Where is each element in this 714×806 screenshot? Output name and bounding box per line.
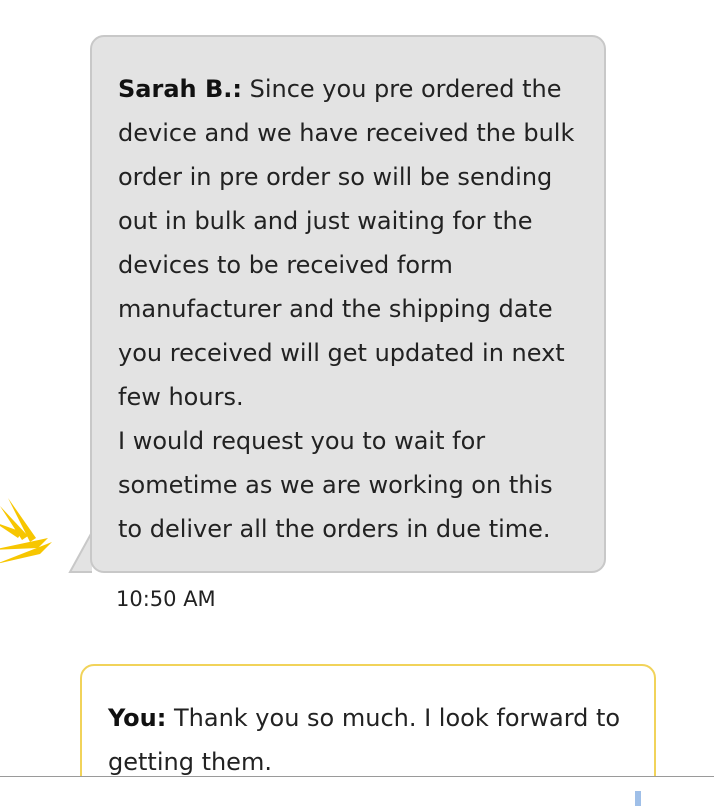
message-text: Since you pre ordered the: [241, 75, 562, 103]
message-line: sometime as we are working on this: [118, 471, 553, 499]
message-line: few hours.: [118, 383, 244, 411]
agent-sender-name: Sarah B.:: [118, 75, 242, 103]
message-line: out in bulk and just waiting for the: [118, 207, 533, 235]
message-line: order in pre order so will be sending: [118, 163, 553, 191]
chat-transcript: Sarah B.: Since you pre ordered the devi…: [0, 0, 714, 806]
message-text: Thank you so much. I look forward to: [166, 704, 621, 732]
message-line: you received will get updated in next: [118, 339, 565, 367]
message-composer[interactable]: [0, 776, 714, 806]
message-line-1: You: Thank you so much. I look forward t…: [108, 696, 628, 740]
message-line: devices to be received form: [118, 251, 453, 279]
sprint-brand-logo-icon: [0, 498, 52, 564]
text-cursor-indicator: [635, 791, 641, 806]
message-line: to deliver all the orders in due time.: [118, 515, 551, 543]
agent-message-bubble: Sarah B.: Since you pre ordered the devi…: [90, 35, 606, 573]
message-line: device and we have received the bulk: [118, 119, 575, 147]
message-line: manufacturer and the shipping date: [118, 295, 553, 323]
message-line: I would request you to wait for: [118, 427, 486, 455]
message-line-1: Sarah B.: Since you pre ordered the: [118, 67, 578, 111]
user-sender-name: You:: [108, 704, 167, 732]
message-timestamp: 10:50 AM: [116, 587, 216, 611]
